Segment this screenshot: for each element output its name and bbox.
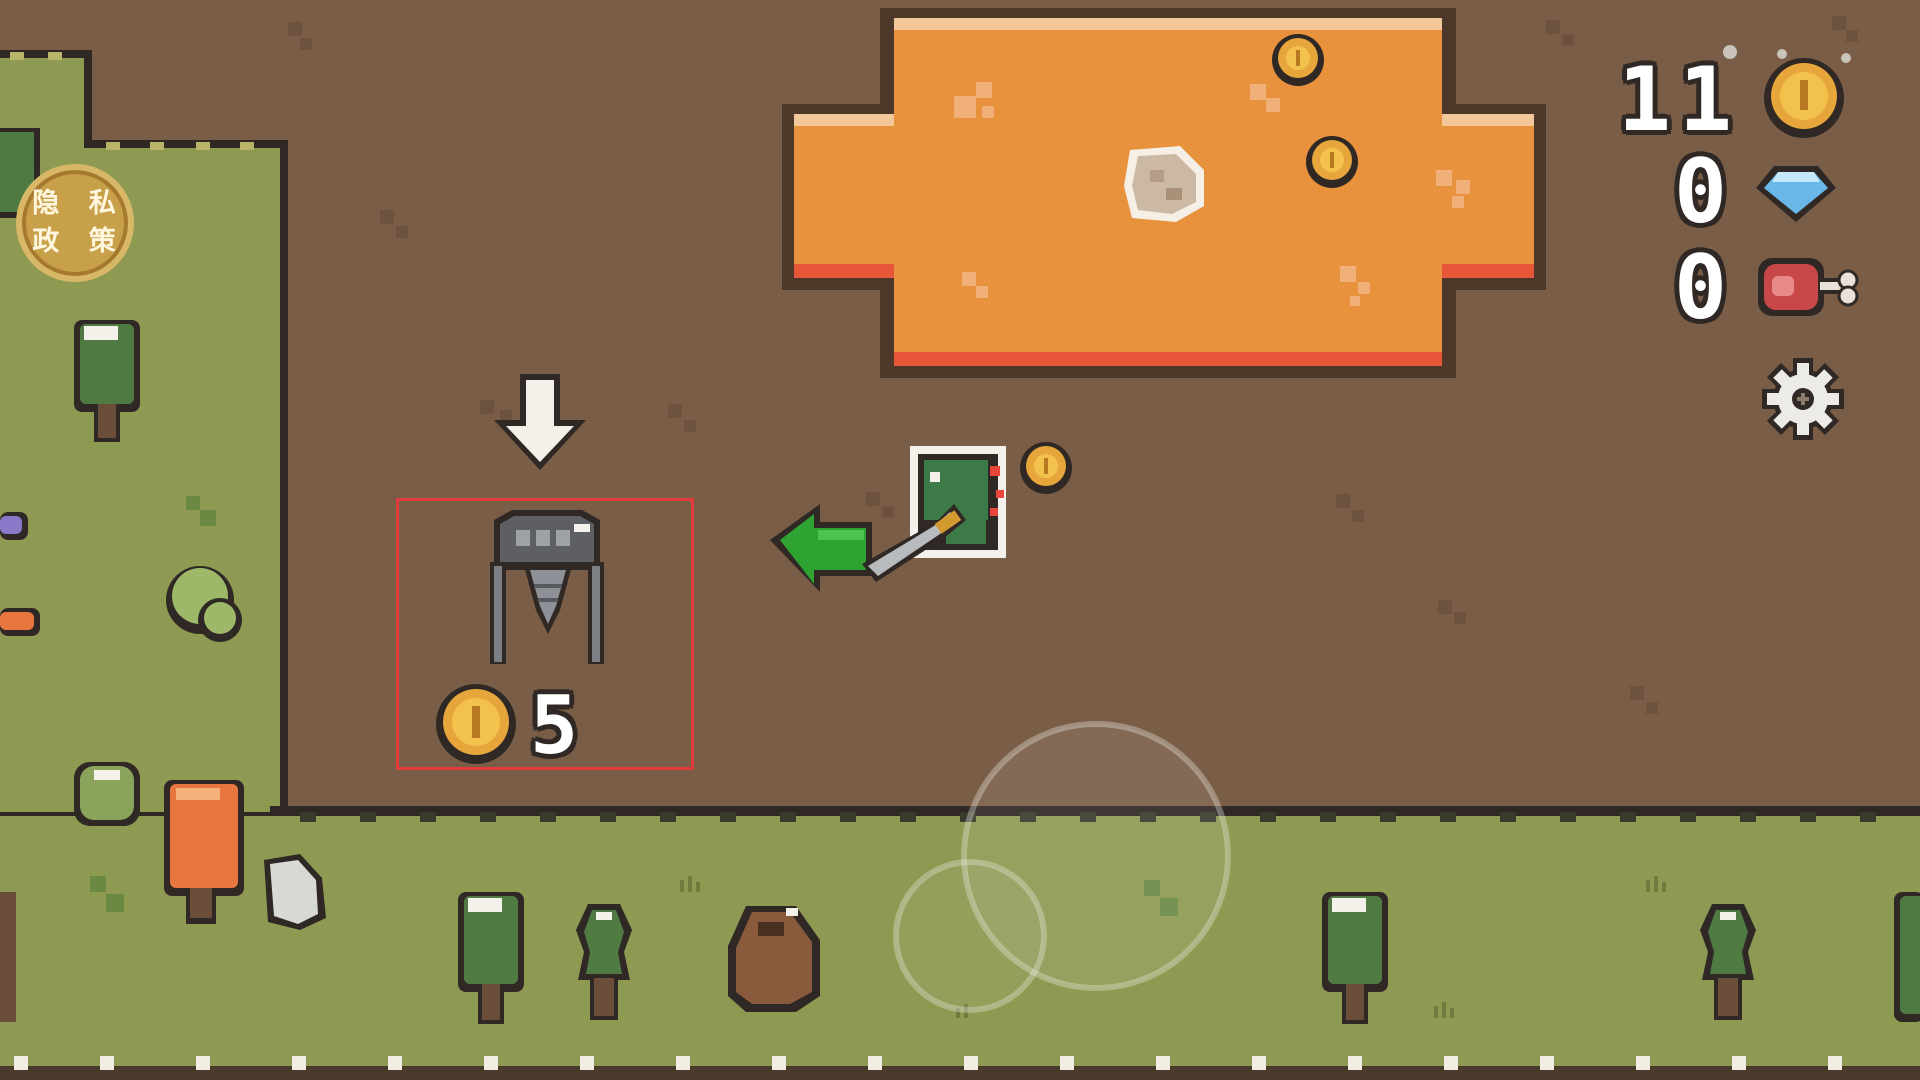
game-world [0,0,1920,1080]
lava-pool [782,8,1546,378]
game-viewport[interactable]: 隐 私 政 策 5 11 0 0 [0,0,1920,1080]
gem-count: 0 [1674,140,1735,243]
coin-pickup [1272,34,1324,86]
coin-count: 11 [1618,48,1740,151]
privacy-policy-button[interactable]: 隐 私 政 策 [16,164,134,282]
tree-edge [1894,892,1920,1022]
coin-pickup [1020,442,1072,494]
sack [728,906,820,1012]
meat-count: 0 [1674,236,1735,339]
drill-price: 5 [530,679,579,772]
settings-button[interactable] [1760,356,1846,442]
left-grass-area [0,50,288,820]
coin-pickup [1306,136,1358,188]
bush [74,762,140,826]
gear-icon [1762,358,1844,440]
